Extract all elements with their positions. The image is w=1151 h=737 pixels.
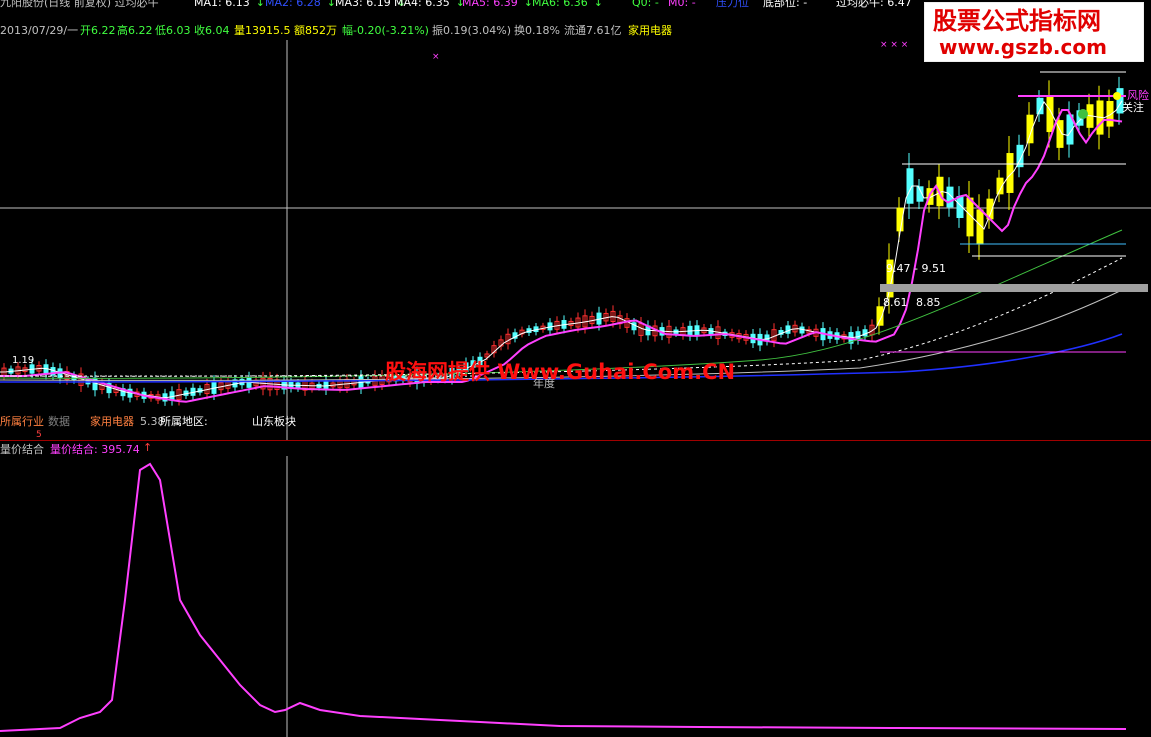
marker-attention: 关注 [1122, 101, 1144, 114]
data-label: 数据 [48, 415, 70, 428]
marker-low: 8.61 [883, 296, 908, 309]
signal-dot [1078, 109, 1088, 119]
volume-price-line [0, 462, 1127, 732]
sub-chart-arrow: ↑ [143, 441, 153, 454]
site-logo: 股票公式指标网 www.gszb.com [924, 2, 1144, 62]
sub-chart-name: 量价结合 [0, 443, 44, 456]
pane-divider [0, 440, 1151, 441]
signal-dot [1113, 92, 1121, 100]
industry-value: 家用电器 [90, 415, 134, 428]
marker-risk: 风险 [1127, 89, 1149, 102]
level-band [880, 284, 1148, 292]
marker-x-single: × [432, 52, 440, 62]
ma-line [0, 100, 1123, 399]
marker-range: 9.47 - 9.51 [886, 262, 946, 275]
region-label: 所属地区: [160, 415, 208, 428]
marker-high: 8.85 [916, 296, 941, 309]
region-value: 山东板块 [252, 415, 296, 428]
marker-x: × × × [880, 40, 909, 50]
marker-1: 1.19 [12, 355, 35, 366]
watermark-text: 股海网提供 Www.Guhai.Com.CN [385, 360, 736, 384]
logo-title: 股票公式指标网 [933, 7, 1101, 35]
industry-label: 所属行业 [0, 415, 44, 428]
sub-chart-value: 量价结合: 395.74 [50, 443, 140, 456]
candle-body [785, 325, 791, 334]
candle-body [855, 331, 861, 341]
logo-url: www.gszb.com [939, 35, 1107, 59]
